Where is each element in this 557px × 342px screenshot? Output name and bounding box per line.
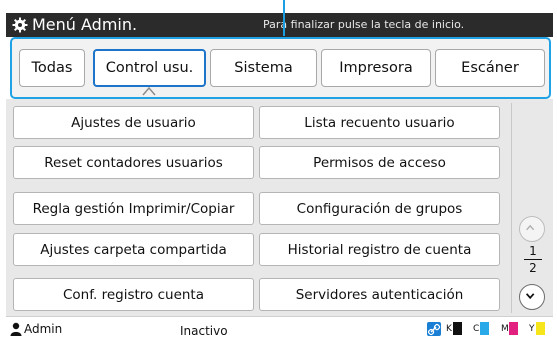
- chevron-down-icon: [525, 293, 535, 300]
- page-scroller: [511, 103, 552, 313]
- category-tabs: Todas Control usu. Sistema Impresora Esc…: [10, 37, 551, 99]
- home-key-hint: Para finalizar pulse la tecla de inicio.: [263, 18, 465, 31]
- user-icon: [10, 322, 22, 336]
- ink-y-level: [536, 322, 545, 335]
- button-label: Regla gestión Imprimir/Copiar: [32, 200, 235, 217]
- link-icon: [427, 322, 441, 336]
- regla-gestion-button[interactable]: Regla gestión Imprimir/Copiar: [13, 192, 254, 225]
- ink-m-level: [509, 322, 518, 335]
- button-label: Lista recuento usuario: [304, 114, 455, 131]
- status-bar: Admin Inactivo K C M Y: [6, 316, 553, 342]
- button-label: Historial registro de cuenta: [287, 241, 472, 258]
- tab-label: Sistema: [234, 60, 293, 76]
- ink-k-label: K: [446, 324, 452, 334]
- tab-todas[interactable]: Todas: [19, 49, 85, 87]
- ajustes-carpeta-button[interactable]: Ajustes carpeta compartida: [13, 233, 254, 266]
- lista-recuento-button[interactable]: Lista recuento usuario: [259, 106, 500, 139]
- button-label: Ajustes carpeta compartida: [40, 241, 227, 258]
- tab-control-usu[interactable]: Control usu.: [93, 49, 206, 87]
- tab-label: Control usu.: [105, 60, 194, 76]
- page-fraction-bar: [524, 259, 542, 260]
- historial-registro-button[interactable]: Historial registro de cuenta: [259, 233, 500, 266]
- ink-c-label: C: [473, 324, 480, 334]
- button-label: Conf. registro cuenta: [62, 286, 204, 303]
- callout-pointer-line: [283, 0, 285, 36]
- chain-icon: [427, 323, 441, 336]
- tab-impresora[interactable]: Impresora: [321, 49, 431, 87]
- admin-menu-screen: Menú Admin. Para finalizar pulse la tecl…: [0, 0, 557, 342]
- total-pages: 2: [529, 261, 537, 275]
- button-label: Servidores autenticación: [295, 286, 464, 303]
- tab-label: Todas: [31, 60, 73, 76]
- current-page: 1: [529, 244, 537, 258]
- page-title: Menú Admin.: [32, 15, 138, 34]
- ink-k-level: [453, 322, 462, 335]
- servidores-autenticacion-button[interactable]: Servidores autenticación: [259, 278, 500, 311]
- button-label: Configuración de grupos: [296, 200, 463, 217]
- button-label: Reset contadores usuarios: [44, 154, 223, 171]
- scroll-down-button[interactable]: [519, 284, 545, 310]
- chevron-up-icon: [526, 224, 535, 231]
- title-bar: Menú Admin. Para finalizar pulse la tecl…: [6, 13, 553, 37]
- tab-label: Impresora: [339, 60, 413, 76]
- tab-sistema[interactable]: Sistema: [210, 49, 317, 87]
- tab-label: Escáner: [461, 60, 519, 76]
- gear-icon: [12, 17, 28, 33]
- active-tab-caret-icon: [142, 86, 156, 96]
- ink-m-label: M: [501, 324, 509, 334]
- button-label: Permisos de acceso: [313, 154, 446, 171]
- permisos-acceso-button[interactable]: Permisos de acceso: [259, 146, 500, 179]
- button-label: Ajustes de usuario: [71, 114, 196, 131]
- scroll-up-button[interactable]: [519, 216, 545, 242]
- device-state: Inactivo: [180, 324, 228, 338]
- reset-contadores-button[interactable]: Reset contadores usuarios: [13, 146, 254, 179]
- ink-c-level: [480, 322, 489, 335]
- ink-y-label: Y: [529, 324, 535, 334]
- tab-escaner[interactable]: Escáner: [435, 49, 545, 87]
- logged-user: Admin: [24, 322, 63, 336]
- ajustes-de-usuario-button[interactable]: Ajustes de usuario: [13, 106, 254, 139]
- conf-registro-cuenta-button[interactable]: Conf. registro cuenta: [13, 278, 254, 311]
- configuracion-grupos-button[interactable]: Configuración de grupos: [259, 192, 500, 225]
